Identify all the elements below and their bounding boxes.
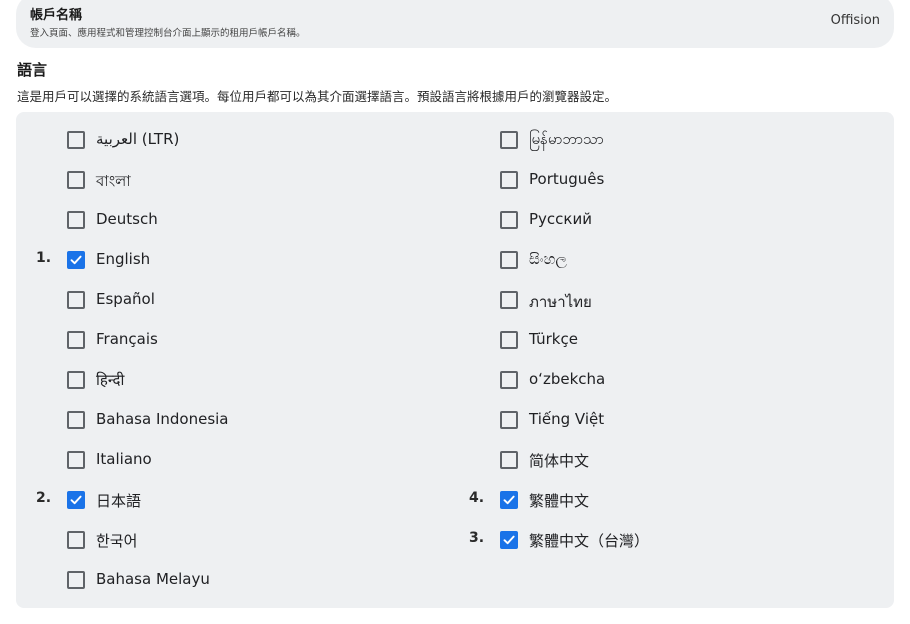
language-label: oʻzbekcha [529,370,606,388]
language-checkbox[interactable] [67,331,85,349]
language-checkbox[interactable] [67,571,85,589]
language-label: Русский [529,210,592,228]
language-label: Español [96,290,155,308]
language-option[interactable]: 简体中文 [449,440,879,480]
language-checkbox[interactable] [67,491,85,509]
language-column-right: မြန်မာဘာသာ Português Русский සිංහල ภาษาไทย Tü… [449,120,879,560]
language-label: Italiano [96,450,152,468]
language-checkbox[interactable] [67,171,85,189]
language-checkbox[interactable] [500,171,518,189]
language-label: မြန်မာဘာသာ [529,130,604,148]
language-label: 简体中文 [529,452,590,470]
language-label: 日本語 [96,492,142,510]
account-name-title: 帳戶名稱 [30,8,83,23]
language-label: हिन्दी [96,371,125,389]
checkmark-icon [503,535,515,545]
language-option[interactable]: မြန်မာဘာသာ [449,120,879,160]
language-option[interactable]: Bahasa Melayu [16,560,446,600]
language-checkbox[interactable] [67,411,85,429]
language-checkbox[interactable] [500,531,518,549]
language-option[interactable]: Tiếng Việt [449,400,879,440]
language-label: English [96,250,151,268]
language-option[interactable]: Русский [449,200,879,240]
language-option[interactable]: ภาษาไทย [449,280,879,320]
language-option[interactable]: Español [16,280,446,320]
language-checkbox[interactable] [67,131,85,149]
language-checkbox[interactable] [67,211,85,229]
language-checkbox[interactable] [500,411,518,429]
language-options-panel: العربية (LTR) বাংলা Deutsch 1. English Españo… [16,112,894,608]
language-label: বাংলা [96,172,131,190]
language-checkbox[interactable] [67,291,85,309]
language-checkbox[interactable] [500,331,518,349]
language-order-number: 2. [36,490,52,506]
account-name-value[interactable]: Offision [831,13,880,28]
account-name-card: 帳戶名稱 登入頁面、應用程式和管理控制台介面上顯示的租用戶帳戶名稱。 Offis… [16,0,894,48]
language-checkbox[interactable] [500,371,518,389]
language-checkbox[interactable] [67,251,85,269]
language-option[interactable]: हिन्दी [16,360,446,400]
language-checkbox[interactable] [500,251,518,269]
language-option[interactable]: 2. 日本語 [16,480,446,520]
language-label: සිංහල [529,250,567,268]
language-option[interactable]: বাংলা [16,160,446,200]
language-option[interactable]: Français [16,320,446,360]
language-option[interactable]: Italiano [16,440,446,480]
language-option[interactable]: Português [449,160,879,200]
checkmark-icon [70,495,82,505]
language-label: Français [96,330,158,348]
language-label: العربية (LTR) [96,130,180,148]
language-label: Tiếng Việt [529,410,605,428]
language-checkbox[interactable] [500,491,518,509]
language-option[interactable]: Deutsch [16,200,446,240]
language-label: 繁體中文 [529,492,590,510]
language-label: 繁體中文（台灣） [529,532,650,550]
language-option[interactable]: 1. English [16,240,446,280]
language-option[interactable]: Bahasa Indonesia [16,400,446,440]
language-option[interactable]: oʻzbekcha [449,360,879,400]
language-order-number: 4. [469,490,485,506]
language-checkbox[interactable] [67,371,85,389]
language-option[interactable]: 4. 繁體中文 [449,480,879,520]
language-option[interactable]: العربية (LTR) [16,120,446,160]
language-label: Türkçe [529,330,578,348]
checkmark-icon [70,255,82,265]
language-checkbox[interactable] [500,131,518,149]
language-label: Bahasa Indonesia [96,410,229,428]
language-checkbox[interactable] [67,531,85,549]
checkmark-icon [503,495,515,505]
language-option[interactable]: Türkçe [449,320,879,360]
language-checkbox[interactable] [500,291,518,309]
language-label: 한국어 [96,532,138,550]
language-label: Deutsch [96,210,158,228]
language-column-left: العربية (LTR) বাংলা Deutsch 1. English Españo… [16,120,446,600]
language-heading: 語言 [17,61,48,79]
language-option[interactable]: 3. 繁體中文（台灣） [449,520,879,560]
language-option[interactable]: සිංහල [449,240,879,280]
language-order-number: 3. [469,530,485,546]
language-checkbox[interactable] [67,451,85,469]
language-label: Português [529,170,605,188]
language-label: ภาษาไทย [529,293,592,311]
account-name-description: 登入頁面、應用程式和管理控制台介面上顯示的租用戶帳戶名稱。 [30,28,306,39]
language-checkbox[interactable] [500,451,518,469]
language-order-number: 1. [36,250,52,266]
language-option[interactable]: 한국어 [16,520,446,560]
language-checkbox[interactable] [500,211,518,229]
language-description: 這是用戶可以選擇的系統語言選項。每位用戶都可以為其介面選擇語言。預設語言將根據用… [17,89,618,104]
language-label: Bahasa Melayu [96,570,210,588]
